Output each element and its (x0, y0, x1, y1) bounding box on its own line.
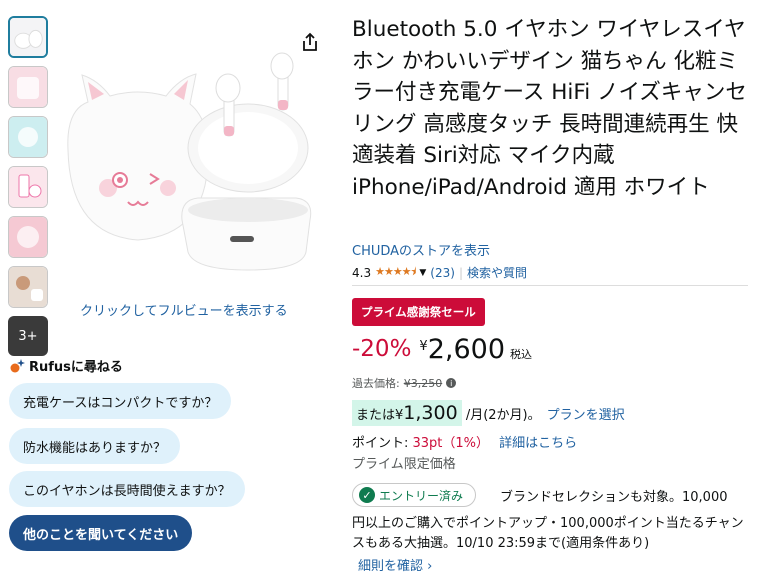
fullview-link[interactable]: クリックしてフルビューを表示する (80, 300, 288, 319)
price-value: 2,600 (427, 334, 505, 365)
store-link[interactable]: CHUDAのストアを表示 (352, 240, 490, 259)
installment-suffix: /月(2か月)。 (461, 407, 541, 423)
search-qa-link[interactable]: 検索や質問 (467, 264, 527, 281)
main-product-image[interactable] (58, 30, 324, 295)
rating-row: 4.3 ★★★★⯨ ▼ (23) | 検索や質問 (352, 263, 527, 282)
more-images-button[interactable]: 3+ (8, 316, 48, 356)
info-icon[interactable]: i (446, 378, 457, 388)
prime-only-label: プライム限定価格 (352, 457, 456, 472)
price-row: -20% ¥ 2,600 税込 (352, 334, 532, 365)
rufus-question-2[interactable]: 防水機能はありますか？ (9, 428, 181, 464)
tax-label: 税込 (510, 348, 532, 361)
plan-select-link[interactable]: プランを選択 (547, 404, 625, 423)
points-label: ポイント: (352, 436, 413, 451)
product-title: Bluetooth 5.0 イヤホン ワイヤレスイヤホン かわいいデザイン 猫ち… (352, 17, 747, 200)
entry-status-label: エントリー済み (379, 488, 464, 503)
thumbnail-4[interactable] (8, 166, 48, 208)
separator: | (458, 265, 463, 280)
installment-prefix: または (356, 408, 396, 423)
thumbnail-2[interactable] (8, 66, 48, 108)
rating-value: 4.3 (352, 265, 372, 280)
rufus-sparkle-icon (10, 358, 25, 372)
entry-status-badge: ✓ エントリー済み (352, 483, 477, 507)
thumbnail-3[interactable] (8, 116, 48, 158)
check-circle-icon: ✓ (359, 487, 375, 503)
installment-row: または ¥ 1,300 /月(2か月)。 プランを選択 (352, 400, 625, 426)
discount-percent: -20% (352, 336, 412, 362)
list-price-row: 過去価格: ¥3,250 i (352, 375, 457, 391)
list-price-label: 過去価格: (352, 377, 400, 390)
rufus-ask-other-button[interactable]: 他のことを聞いてください (9, 515, 193, 551)
rufus-question-3[interactable]: このイヤホンは長時間使えますか？ (9, 471, 245, 507)
review-count-link[interactable]: (23) (430, 266, 455, 280)
thumbnail-6[interactable] (8, 266, 48, 308)
rufus-title: Rufusに尋ねる (29, 360, 123, 375)
promo-text-line1: ブランドセレクションも対象。10,000 (500, 490, 728, 505)
deal-badge: プライム感謝祭セール (352, 298, 485, 326)
thumbnail-5[interactable] (8, 216, 48, 258)
currency-symbol: ¥ (419, 339, 428, 354)
chevron-down-icon[interactable]: ▼ (419, 268, 426, 278)
thumbnail-1[interactable] (8, 16, 48, 58)
promo-text: 円以上のご購入でポイントアップ・100,000ポイント当たるチャンスもある大抽選… (352, 516, 744, 551)
points-details-link[interactable]: 詳細はこちら (499, 436, 577, 451)
points-value: 33pt（1%） (412, 436, 490, 451)
thumbnail-strip: 3+ (8, 16, 50, 356)
installment-yen: ¥ (395, 408, 404, 423)
rufus-question-1[interactable]: 充電ケースはコンパクトですか？ (9, 383, 232, 419)
installment-highlight: または ¥ 1,300 (352, 400, 462, 426)
share-icon[interactable] (299, 31, 321, 53)
promo-details-link[interactable]: 細則を確認 › (358, 555, 432, 574)
star-rating-icon[interactable]: ★★★★⯨ (375, 263, 416, 282)
list-price-value: ¥3,250 (403, 376, 443, 390)
rufus-header: Rufusに尋ねる (9, 356, 123, 375)
points-row: ポイント: 33pt（1%） 詳細はこちら (352, 432, 577, 451)
divider (352, 285, 748, 286)
installment-amount: 1,300 (403, 402, 458, 424)
